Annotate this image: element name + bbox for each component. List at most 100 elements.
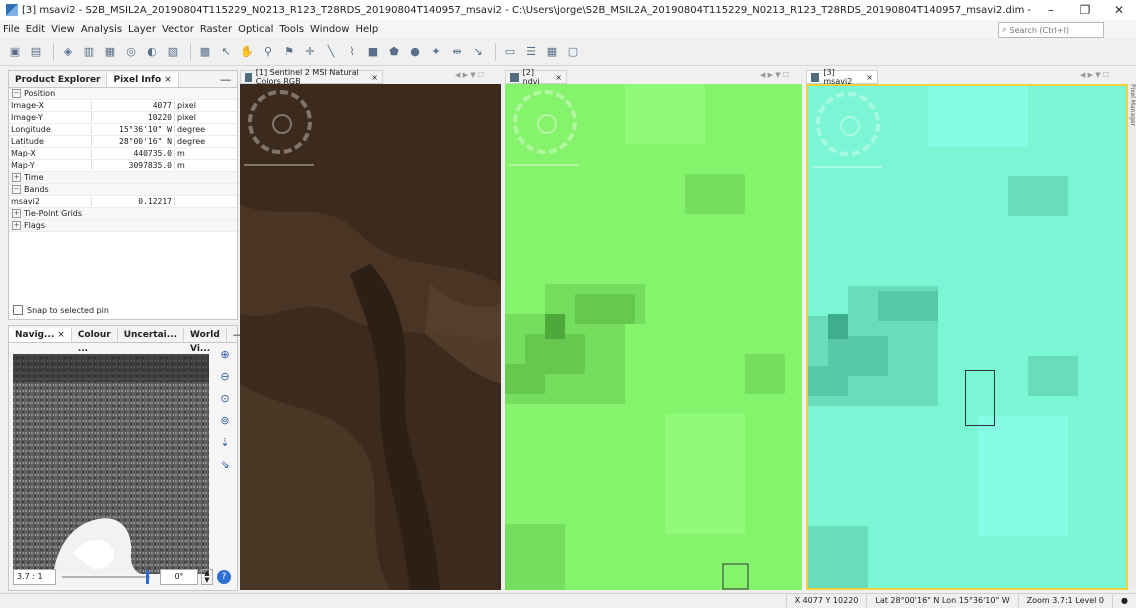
section-position[interactable]: − Position [9,88,237,100]
tab-world-view[interactable]: World Vi... [184,328,227,354]
close-icon[interactable]: × [866,73,873,82]
menu-tools[interactable]: Tools [276,24,307,35]
pin-icon[interactable]: ⚑ [280,43,298,61]
restore-button[interactable]: ❐ [1068,3,1102,17]
ellipse-icon[interactable]: ● [406,43,424,61]
snap-to-pin[interactable]: Snap to selected pin [13,305,109,315]
menu-vector[interactable]: Vector [159,24,197,35]
navigation-overview-image[interactable] [13,354,209,574]
graph-icon[interactable]: ▧ [164,43,182,61]
table-row: Image-Y 10220 pixel [9,112,237,124]
row-unit: pixel [177,113,196,122]
section-flags[interactable]: + Flags [9,220,237,232]
close-icon[interactable]: × [57,330,65,340]
pan-icon[interactable]: ✋ [238,43,256,61]
tile-grid-icon[interactable]: ▢ [564,43,582,61]
color-icon[interactable]: ◐ [143,43,161,61]
scale-bar [812,166,882,168]
open-product-icon[interactable]: ▣ [6,43,24,61]
polyline-icon[interactable]: ⌇ [343,43,361,61]
selection-rectangle[interactable] [965,370,995,426]
menu-analysis[interactable]: Analysis [78,24,125,35]
zoom-factor-field[interactable]: 3.7 : 1 [13,569,56,585]
range-finder-icon[interactable]: ⇹ [448,43,466,61]
compass-icon[interactable] [513,90,577,154]
tab-pixel-info[interactable]: Pixel Info × [107,73,179,87]
toolbar-separator [190,42,191,61]
sync-views-icon[interactable]: ⇣ [217,434,233,450]
tab-colour[interactable]: Colour ... [72,328,118,354]
close-icon[interactable]: × [164,75,172,85]
menu-view[interactable]: View [48,24,78,35]
image-view-msavi2[interactable] [806,84,1128,590]
tab-label: Uncertai... [123,330,178,340]
compass-icon[interactable] [248,90,312,154]
section-bands[interactable]: − Bands [9,184,237,196]
snap-label: Snap to selected pin [27,305,109,315]
band-maths-icon[interactable]: ▥ [80,43,98,61]
scale-bar [509,164,579,166]
tab-product-explorer[interactable]: Product Explorer [9,73,108,87]
row-unit: pixel [177,101,196,110]
menu-raster[interactable]: Raster [197,24,235,35]
gcp-tool-icon[interactable]: ✛ [301,43,319,61]
rectangle-icon[interactable]: ■ [364,43,382,61]
tile-v-icon[interactable]: ▦ [543,43,561,61]
zoom-out-icon[interactable]: ⊖ [217,368,233,384]
image-view-ndvi[interactable] [505,84,802,590]
section-time[interactable]: + Time [9,172,237,184]
minimize-button[interactable]: – [1034,3,1068,17]
compass-icon[interactable] [816,92,880,156]
angle-spinner[interactable]: ▲ ▼ [201,569,213,585]
tile-h-icon[interactable]: ☰ [522,43,540,61]
polygon-icon[interactable]: ⬟ [385,43,403,61]
session-icon[interactable]: ◈ [59,43,77,61]
help-icon[interactable]: ? [217,570,231,584]
pixel-manager-sidebar[interactable]: Pixel Manager [1128,84,1136,590]
zoom-tool-icon[interactable]: ⚲ [259,43,277,61]
menu-window[interactable]: Window [307,24,352,35]
section-tiepoint[interactable]: + Tie-Point Grids [9,208,237,220]
menu-file[interactable]: File [0,24,23,35]
status-memory-icon: ● [1112,594,1136,608]
view-controls-rgb[interactable]: ◀ ▶ ▼ ☐ [455,71,484,79]
line-icon[interactable]: ╲ [322,43,340,61]
search-input[interactable]: ⌕ Search (Ctrl+I) [998,22,1104,38]
save-product-icon[interactable]: ▤ [27,43,45,61]
menu-help[interactable]: Help [352,24,381,35]
pixel-icon[interactable]: ▩ [196,43,214,61]
zoom-in-icon[interactable]: ⊕ [217,346,233,362]
zoom-slider-handle[interactable] [146,570,149,584]
tab-view-rgb[interactable]: [1] Sentinel 2 MSI Natural Colors RGB × [240,68,383,86]
minimize-panel-button[interactable]: — [214,73,237,87]
rotation-angle-field[interactable]: 0° [160,569,198,585]
nav-tools: ⊕ ⊖ ⊙ ⊚ ⇣ ⇘ [215,346,235,478]
view-controls-ndvi[interactable]: ◀ ▶ ▼ ☐ [760,71,789,79]
spinner-down-icon[interactable]: ▼ [202,577,212,584]
snap-checkbox[interactable] [13,305,23,315]
view-controls-msavi2[interactable]: ◀ ▶ ▼ ☐ [1080,71,1109,79]
tab-uncertainty[interactable]: Uncertai... [118,328,185,342]
compass-center [537,114,557,134]
zoom-actual-icon[interactable]: ⊙ [217,390,233,406]
gcp-icon[interactable]: ◎ [122,43,140,61]
close-icon[interactable]: × [555,73,562,82]
layer-icon[interactable]: ▦ [101,43,119,61]
menu-layer[interactable]: Layer [125,24,159,35]
select-icon[interactable]: ↖ [217,43,235,61]
tab-navigation[interactable]: Navig... × [9,328,72,342]
sync-cursor-icon[interactable]: ⇘ [217,456,233,472]
tab-view-ndvi[interactable]: [2] ndvi × [505,68,567,86]
image-view-rgb[interactable] [240,84,501,590]
zoom-all-icon[interactable]: ⊚ [217,412,233,428]
row-value: 0.12217 [92,197,175,206]
menu-edit[interactable]: Edit [23,24,48,35]
close-icon[interactable]: × [371,73,378,82]
close-button[interactable]: ✕ [1102,3,1136,17]
measure-icon[interactable]: ↘ [469,43,487,61]
tab-view-msavi2[interactable]: [3] msavi2 × [806,68,878,86]
zoom-slider[interactable] [62,570,150,584]
menu-optical[interactable]: Optical [235,24,276,35]
magic-wand-icon[interactable]: ✦ [427,43,445,61]
tile-icon[interactable]: ▭ [501,43,519,61]
